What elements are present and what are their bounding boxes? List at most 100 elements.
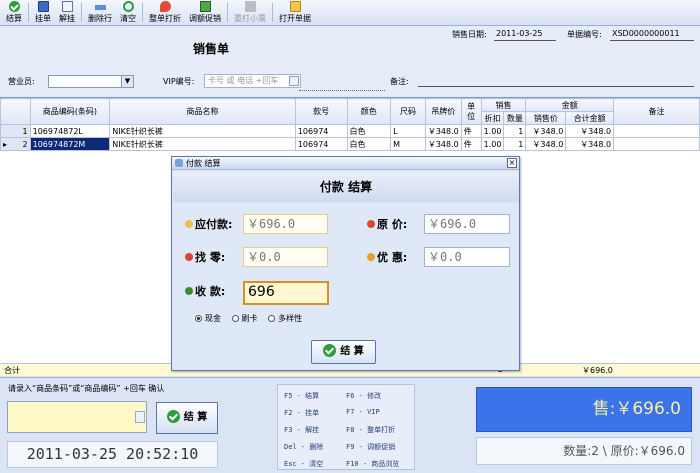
settle-button[interactable]: 结 算 <box>156 402 218 434</box>
shortcut-item: F6 - 修改 <box>346 392 382 400</box>
vip-input[interactable]: 卡号 或 电话 +回车 <box>204 74 301 88</box>
release-order-button[interactable]: 解挂 <box>55 0 79 25</box>
shortcut-item: F8 - 整单打折 <box>346 426 396 434</box>
received-input[interactable]: 696 <box>243 281 329 305</box>
column-header-qty[interactable]: 数量 <box>503 111 527 125</box>
column-header-size[interactable]: 尺码 <box>390 98 426 125</box>
cell-total[interactable]: ￥348.0 <box>565 124 615 138</box>
sale-date-value: 2011-03-25 <box>496 29 543 38</box>
shortcut-item: F3 - 解挂 <box>284 426 320 434</box>
cell-color[interactable]: 白色 <box>346 124 392 138</box>
radio-card[interactable] <box>231 315 239 322</box>
cell-remark[interactable] <box>613 137 700 151</box>
save-icon <box>37 1 49 12</box>
cell-remark[interactable] <box>613 124 700 138</box>
cell-qty[interactable]: 1 <box>503 137 527 151</box>
toolbar-separator <box>272 3 273 22</box>
cell-discount[interactable]: 1.00 <box>480 124 505 138</box>
cell-qty[interactable]: 1 <box>503 124 527 138</box>
cell-discount[interactable]: 1.00 <box>480 137 505 151</box>
close-icon[interactable]: × <box>507 158 517 168</box>
table-row[interactable]: 1 106974872L NIKE针织长裤 106974 白色 L ￥348.0… <box>0 124 700 138</box>
printer-icon <box>244 1 256 12</box>
dialog-titlebar: 付款 结算 × <box>172 157 519 170</box>
original-price-label: 原 价: <box>367 216 407 232</box>
remark-field[interactable] <box>418 86 694 87</box>
green-dot-icon <box>185 287 193 295</box>
barcode-input[interactable] <box>7 401 147 433</box>
dialog-settle-button[interactable]: 结 算 <box>311 340 376 364</box>
column-header-name[interactable]: 商品名称 <box>109 98 296 125</box>
sale-date-label: 销售日期: <box>452 30 487 39</box>
payment-method-group: 现金 刷卡 多样性 <box>187 313 302 324</box>
cell-unit[interactable]: 件 <box>460 124 482 138</box>
toolbar: 结算 挂单 解挂 删除行 清空 整单打折 调额促销 重打小票 打开单据 <box>0 0 700 26</box>
cell-code[interactable]: 106974872M <box>29 137 111 151</box>
clerk-label: 营业员: <box>8 77 35 86</box>
clerk-select[interactable]: ▼ <box>48 75 134 88</box>
change-field: ￥0.0 <box>243 247 328 267</box>
shortcut-item: Esc - 清空 <box>284 460 324 468</box>
toolbar-separator <box>227 3 228 22</box>
search-icon[interactable] <box>289 76 299 86</box>
received-label: 收 款: <box>185 283 225 299</box>
column-header-discount[interactable]: 折扣 <box>480 111 505 125</box>
cell-sale-price[interactable]: ￥348.0 <box>525 124 567 138</box>
column-header-sale-price[interactable]: 销售价 <box>525 111 567 125</box>
sale-date-underline <box>494 40 556 41</box>
column-header-color[interactable]: 颜色 <box>346 98 392 125</box>
cell-tag-price[interactable]: ￥348.0 <box>424 124 462 138</box>
column-header-style[interactable]: 款号 <box>294 98 348 125</box>
document-icon <box>61 1 73 12</box>
radio-cash[interactable] <box>195 315 202 322</box>
remark-label: 备注: <box>390 77 409 86</box>
toolbar-separator <box>81 3 82 22</box>
cell-sale-price[interactable]: ￥348.0 <box>525 137 567 151</box>
row-number: ▸ 2 <box>0 137 31 151</box>
cell-unit[interactable]: 件 <box>460 137 482 151</box>
change-label: 找 零: <box>185 249 225 265</box>
cell-total[interactable]: ￥348.0 <box>565 137 615 151</box>
payable-label: 应付款: <box>185 216 232 232</box>
hold-order-button[interactable]: 挂单 <box>31 0 55 25</box>
shortcut-item: F2 - 挂单 <box>284 409 320 417</box>
cell-tag-price[interactable]: ￥348.0 <box>424 137 462 151</box>
dotted-divider <box>299 90 385 91</box>
reprint-receipt-button[interactable]: 重打小票 <box>230 0 270 25</box>
cell-code[interactable]: 106974872L <box>29 124 111 138</box>
column-header-tag-price[interactable]: 吊牌价 <box>424 98 462 125</box>
bottom-panel: 请录入“商品条码”或“商品编码” +回车 确认 结 算 2011-03-25 2… <box>0 377 700 473</box>
column-header-code[interactable]: 商品编码(条码) <box>29 98 111 125</box>
sale-summary-display: 数量:2 \ 原价:￥696.0 <box>476 437 692 465</box>
discount-label: 优 惠: <box>367 249 407 265</box>
table-row[interactable]: ▸ 2 106974872M NIKE针织长裤 106974 白色 M ￥348.… <box>0 137 700 151</box>
delete-row-button[interactable]: 删除行 <box>84 0 116 25</box>
column-header-total[interactable]: 合计金额 <box>565 111 615 125</box>
cell-size[interactable]: L <box>390 124 426 138</box>
column-header-unit[interactable]: 单位 <box>460 98 482 125</box>
cell-name[interactable]: NIKE针织长裤 <box>109 124 296 138</box>
settle-toolbar-button[interactable]: 结算 <box>2 0 26 25</box>
order-header: 销售单 销售日期: 2011-03-25 单据编号: XSD0000000011… <box>0 26 700 96</box>
cell-color[interactable]: 白色 <box>346 137 392 151</box>
cube-icon <box>199 1 211 12</box>
apple-icon <box>185 253 193 261</box>
cell-size[interactable]: M <box>390 137 426 151</box>
clear-button[interactable]: 清空 <box>116 0 140 25</box>
radio-mixed[interactable] <box>268 315 276 322</box>
payable-field: ￥696.0 <box>243 214 328 234</box>
summary-label: 合计 <box>4 366 20 375</box>
cell-style[interactable]: 106974 <box>294 137 348 151</box>
cell-style[interactable]: 106974 <box>294 124 348 138</box>
doc-no-underline <box>610 40 694 41</box>
search-icon[interactable] <box>135 411 145 423</box>
cell-name[interactable]: NIKE针织长裤 <box>109 137 296 151</box>
vip-label: VIP编号: <box>163 77 195 86</box>
order-discount-button[interactable]: 整单打折 <box>145 0 185 25</box>
toolbar-separator <box>142 3 143 22</box>
dialog-window-title: 付款 结算 <box>186 159 221 168</box>
open-document-button[interactable]: 打开单据 <box>275 0 315 25</box>
promotion-button[interactable]: 调额促销 <box>185 0 225 25</box>
column-header-remark[interactable]: 备注 <box>613 98 700 125</box>
dialog-heading: 付款 结算 <box>173 172 519 202</box>
